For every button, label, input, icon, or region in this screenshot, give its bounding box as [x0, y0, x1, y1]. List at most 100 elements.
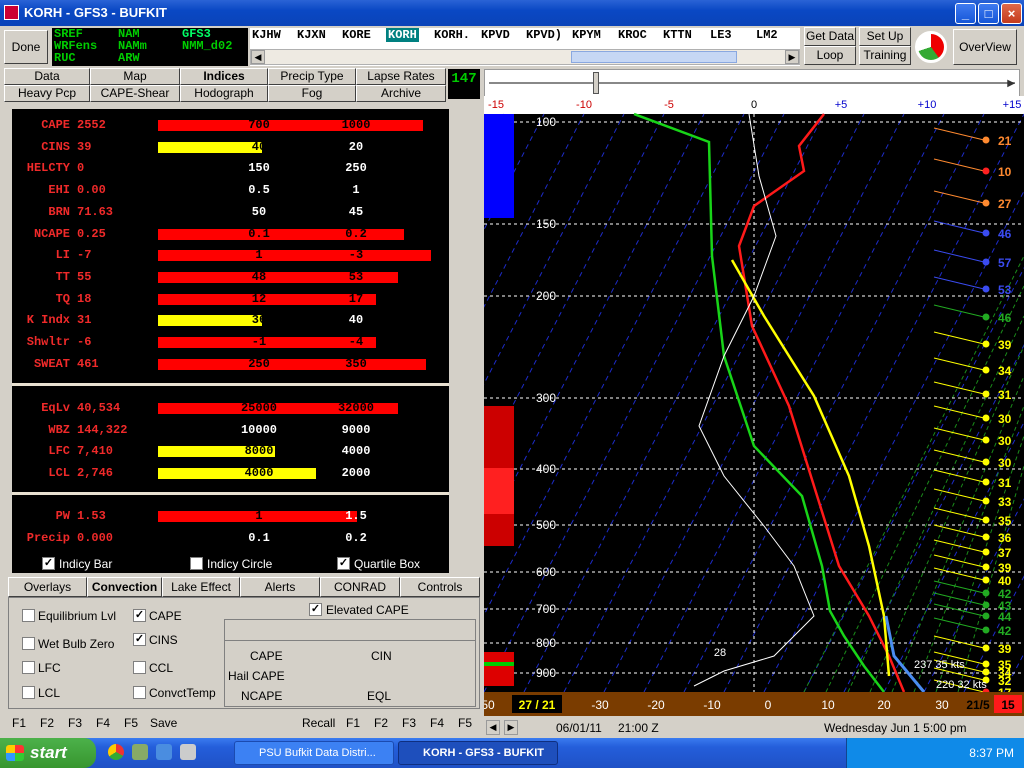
fkey-left-f5[interactable]: F5 [124, 716, 138, 730]
fkey-left-f3[interactable]: F3 [68, 716, 82, 730]
station-kjxn[interactable]: KJXN [295, 28, 328, 42]
quicklaunch-icons[interactable] [108, 744, 218, 762]
nav-tab-precip-type[interactable]: Precip Type [268, 68, 356, 85]
station-kroc[interactable]: KROC [616, 28, 649, 42]
quicklaunch-icon-2[interactable] [132, 744, 148, 760]
close-button[interactable]: × [1001, 3, 1022, 24]
taskbar-item-browser[interactable]: PSU Bufkit Data Distri... [234, 741, 394, 765]
time-slider[interactable]: ▶ [484, 69, 1020, 97]
model-arw[interactable]: ARW [118, 52, 140, 64]
status-date: 06/01/11 [556, 721, 602, 735]
taskbar-item-bufkit[interactable]: KORH - GFS3 - BUFKIT [398, 741, 558, 765]
index-tt-threshold-2: 53 [348, 269, 364, 284]
tab-controls[interactable]: Controls [400, 577, 480, 597]
slider-thumb[interactable] [593, 72, 599, 94]
fkey-right-f4[interactable]: F4 [430, 716, 444, 730]
indices-separator-2 [12, 492, 449, 495]
station-lm2[interactable]: LM2 [754, 28, 780, 42]
recall-label[interactable]: Recall [302, 716, 335, 730]
station-kore[interactable]: KORE [340, 28, 373, 42]
moisture-precip-value: 0.000 [77, 531, 114, 545]
chrome-icon[interactable] [108, 744, 124, 760]
nav-tab-indices[interactable]: Indices [180, 68, 268, 85]
index-sweat-value: 461 [77, 356, 99, 371]
fkey-right-f3[interactable]: F3 [402, 716, 416, 730]
fkey-left-f1[interactable]: F1 [12, 716, 26, 730]
conv-checkbox-convcttemp[interactable] [133, 686, 146, 699]
model-selector[interactable]: SREF NAM GFS3 WRFens NAMm NMM_d02 RUC ARW [52, 28, 248, 66]
station-kpvd[interactable]: KPVD) [524, 28, 564, 42]
conv-checkbox-ccl[interactable] [133, 661, 146, 674]
index-tq-label: TQ [55, 291, 70, 306]
station-kttn[interactable]: KTTN [661, 28, 694, 42]
wind-barb-dot [982, 136, 990, 144]
nav-tab-lapse-rates[interactable]: Lapse Rates [356, 68, 446, 85]
nav-tab-fog[interactable]: Fog [268, 85, 356, 102]
loop-button[interactable]: Loop [804, 46, 856, 65]
station-kjhw[interactable]: KJHW [250, 28, 283, 42]
tab-conrad[interactable]: CONRAD [320, 577, 400, 597]
conv-checkbox-equilibrium-lvl[interactable] [22, 609, 35, 622]
nav-tab-heavy-pcp[interactable]: Heavy Pcp [4, 85, 90, 102]
station-kpym[interactable]: KPYM [570, 28, 603, 42]
wind-speed-label: 34 [998, 364, 1012, 378]
nav-tab-cape-shear[interactable]: CAPE-Shear [90, 85, 180, 102]
checkbox-indicy-circle[interactable] [190, 557, 203, 570]
station-le3[interactable]: LE3 [708, 28, 734, 42]
top-axis-label: +10 [918, 99, 937, 111]
level-wbz-threshold-2: 9000 [341, 422, 371, 437]
elevated-cape-checkbox[interactable]: ✓ [309, 603, 322, 616]
save-label[interactable]: Save [150, 716, 177, 730]
tab-alerts[interactable]: Alerts [240, 577, 320, 597]
checkbox-indicy-bar[interactable]: ✓ [42, 557, 55, 570]
tab-convection[interactable]: Convection [87, 577, 162, 597]
quicklaunch-icon-4[interactable] [180, 744, 196, 760]
quicklaunch-icon-3[interactable] [156, 744, 172, 760]
level-lfc-value: 7,410 [77, 444, 114, 459]
pressure-label: 800 [536, 636, 556, 650]
maximize-button[interactable]: □ [978, 3, 999, 24]
status-left-icon[interactable]: ◀ [486, 720, 500, 735]
scroll-thumb[interactable] [571, 51, 737, 63]
wind-speed-label: 39 [998, 338, 1012, 352]
conv-checkbox-lcl[interactable] [22, 686, 35, 699]
done-button[interactable]: Done [4, 30, 48, 64]
nav-tab-hodograph[interactable]: Hodograph [180, 85, 268, 102]
scroll-left-icon[interactable]: ◀ [251, 50, 265, 64]
fkey-right-f1[interactable]: F1 [346, 716, 360, 730]
conv-checkbox-lfc[interactable] [22, 661, 35, 674]
tab-lake-effect[interactable]: Lake Effect [162, 577, 240, 597]
conv-checkbox-cins[interactable]: ✓ [133, 633, 146, 646]
station-korh[interactable]: KORH. [432, 28, 472, 42]
fkey-right-f2[interactable]: F2 [374, 716, 388, 730]
conv-checkbox-wet-bulb-zero[interactable] [22, 637, 35, 650]
conv-checkbox-cape[interactable]: ✓ [133, 609, 146, 622]
get-data-button[interactable]: Get Data [804, 27, 856, 46]
model-nmm_d02[interactable]: NMM_d02 [182, 40, 232, 52]
setup-button[interactable]: Set Up [859, 27, 911, 46]
index-cins-threshold-2: 20 [348, 139, 364, 154]
nav-tab-map[interactable]: Map [90, 68, 180, 85]
training-button[interactable]: Training [859, 46, 911, 65]
status-right-icon[interactable]: ▶ [504, 720, 518, 735]
model-ruc[interactable]: RUC [54, 52, 76, 64]
overview-button[interactable]: OverView [953, 29, 1017, 65]
cape-strip-bright [484, 468, 514, 514]
station-kpvd[interactable]: KPVD [479, 28, 512, 42]
checkbox-quartile-box[interactable]: ✓ [337, 557, 350, 570]
station-korh[interactable]: KORH [386, 28, 419, 42]
skewt-chart[interactable]: -15 -10 -5 0 +5 +10 +1510015020030040050060070… [484, 96, 1024, 736]
scroll-right-icon[interactable]: ▶ [785, 50, 799, 64]
conv-label-lfc: LFC [38, 661, 61, 675]
checkbox-label-indicy-bar: Indicy Bar [59, 557, 113, 571]
fkey-left-f4[interactable]: F4 [96, 716, 110, 730]
fkey-left-f2[interactable]: F2 [40, 716, 54, 730]
minimize-button[interactable]: _ [955, 3, 976, 24]
slider-arrow-icon[interactable]: ▶ [1007, 78, 1015, 89]
tab-overlays[interactable]: Overlays [8, 577, 87, 597]
station-scrollbar[interactable]: ◀ ▶ [250, 49, 800, 65]
nav-tab-data[interactable]: Data [4, 68, 90, 85]
logo-icon [913, 29, 949, 65]
fkey-right-f5[interactable]: F5 [458, 716, 472, 730]
nav-tab-archive[interactable]: Archive [356, 85, 446, 102]
